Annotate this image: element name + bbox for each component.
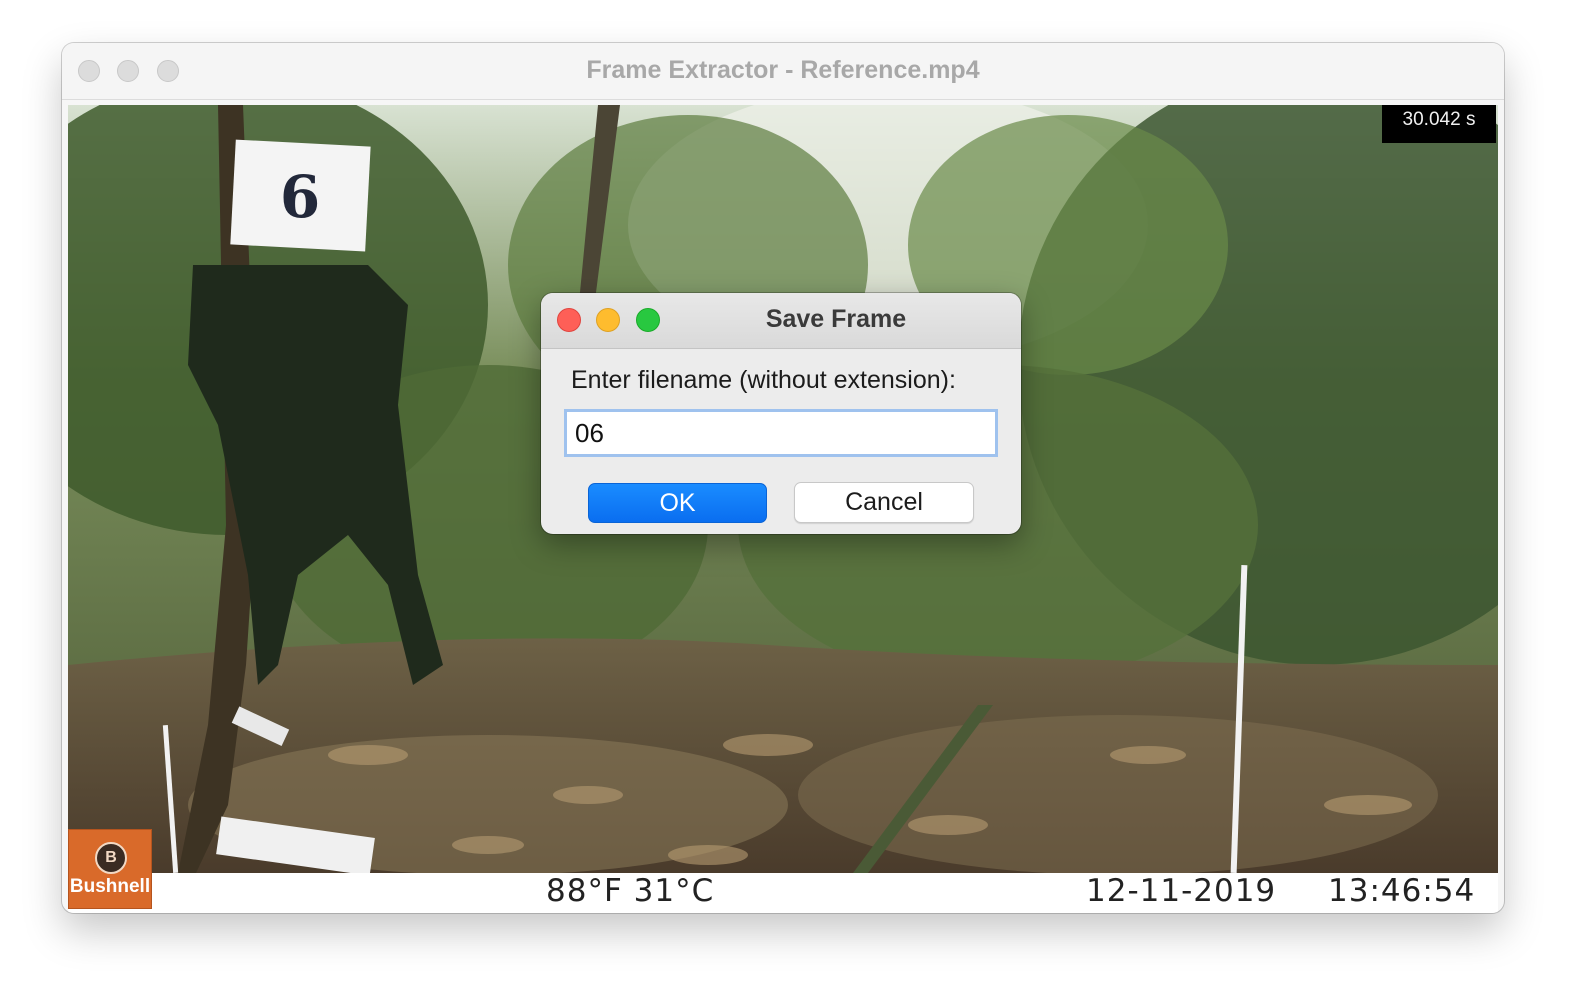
card-number: 6 bbox=[280, 163, 320, 231]
filename-prompt: Enter filename (without extension): bbox=[571, 366, 956, 394]
ok-button[interactable]: OK bbox=[588, 483, 767, 523]
dialog-title: Save Frame bbox=[765, 305, 907, 333]
bushnell-logo: B Bushnell bbox=[68, 829, 152, 909]
dialog-minimize-icon[interactable] bbox=[596, 308, 620, 332]
time-stamp: 13:46:54 bbox=[1328, 873, 1476, 909]
window-title: Frame Extractor - Reference.mp4 bbox=[586, 56, 980, 84]
dialog-title-bar[interactable]: Save Frame bbox=[541, 293, 1021, 349]
date-stamp: 12-11-2019 bbox=[1086, 873, 1277, 909]
temperature-stamp: 88°F 31°C bbox=[546, 873, 715, 909]
dialog-close-icon[interactable] bbox=[557, 308, 581, 332]
save-frame-dialog: Save Frame Enter filename (without exten… bbox=[541, 293, 1021, 534]
logo-mark-icon: B bbox=[95, 842, 127, 874]
camera-info-strip: 88°F 31°C 12-11-2019 13:46:54 bbox=[68, 873, 1498, 913]
timecode-overlay: 30.042 s bbox=[1382, 105, 1496, 143]
title-bar[interactable]: Frame Extractor - Reference.mp4 bbox=[62, 43, 1504, 100]
cancel-button[interactable]: Cancel bbox=[794, 482, 974, 523]
logo-text: Bushnell bbox=[69, 876, 151, 897]
filename-input[interactable] bbox=[564, 409, 998, 457]
